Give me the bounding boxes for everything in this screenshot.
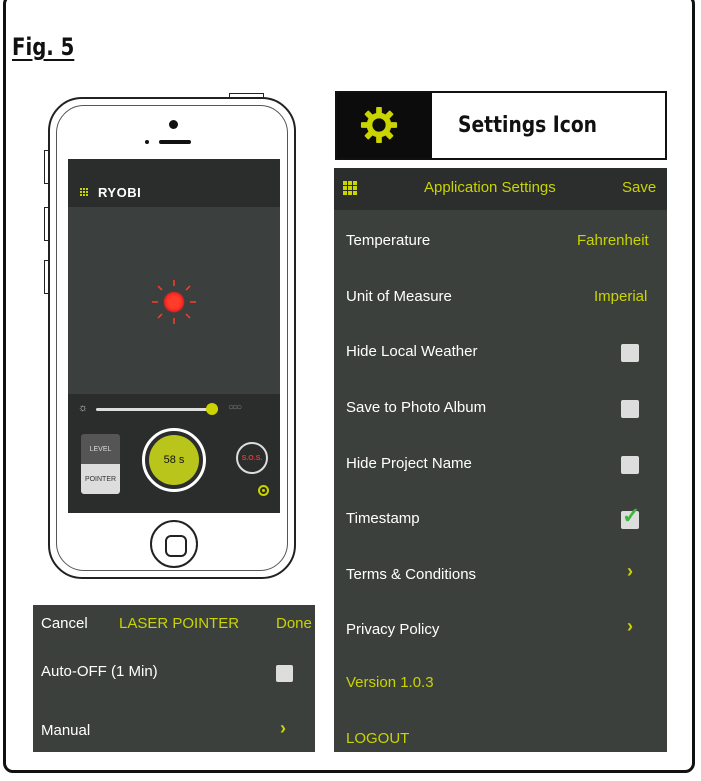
laser-pointer-title: LASER POINTER	[119, 615, 240, 632]
save-button[interactable]: Save	[622, 179, 656, 196]
version-text: Version 1.0.3	[346, 674, 434, 691]
figure-title: Fig. 5	[12, 33, 75, 61]
mode-switch[interactable]: LEVEL POINTER	[81, 434, 120, 494]
laser-pointer-panel: Cancel LASER POINTER Done Auto-OFF (1 Mi…	[33, 605, 315, 752]
cancel-button[interactable]: Cancel	[41, 615, 88, 632]
home-button[interactable]	[150, 520, 198, 568]
app-logo: RYOBI	[98, 185, 142, 200]
chevron-right-icon[interactable]: ›	[280, 718, 286, 739]
phone-screen: RYOBI ☼ ○○○ LEVEL POINTER 58 s S.O.S.	[68, 159, 280, 513]
settings-target-icon[interactable]	[258, 485, 269, 496]
earpiece-speaker	[159, 140, 191, 144]
save-to-photo-album-label: Save to Photo Album	[346, 399, 487, 416]
temperature-label: Temperature	[346, 232, 431, 249]
temperature-value[interactable]: Fahrenheit	[577, 232, 649, 249]
mode-level-button[interactable]: LEVEL	[81, 434, 120, 464]
laser-dot-icon	[163, 291, 185, 313]
hide-local-weather-checkbox[interactable]	[621, 344, 639, 362]
brightness-slider-knob[interactable]	[205, 403, 218, 415]
done-button[interactable]: Done	[276, 615, 312, 632]
timestamp-checkbox[interactable]: ✓	[621, 505, 640, 529]
mode-pointer-button[interactable]: POINTER	[81, 464, 120, 494]
menu-grid-icon[interactable]	[80, 188, 89, 197]
menu-grid-icon[interactable]	[343, 181, 357, 195]
auto-off-checkbox[interactable]	[276, 665, 293, 682]
power-button	[229, 93, 264, 98]
phone-mockup: RYOBI ☼ ○○○ LEVEL POINTER 58 s S.O.S.	[48, 97, 296, 579]
side-button	[44, 260, 49, 294]
chevron-right-icon[interactable]: ›	[627, 561, 633, 582]
brightness-icon: ☼	[78, 402, 89, 414]
privacy-policy-label[interactable]: Privacy Policy	[346, 621, 439, 638]
laser-pointer-header: Cancel LASER POINTER Done	[33, 605, 315, 643]
auto-off-label: Auto-OFF (1 Min)	[41, 663, 158, 680]
brightness-slider[interactable]	[96, 408, 218, 411]
callout-icon-box	[337, 93, 432, 158]
settings-header: Application Settings Save	[334, 168, 667, 210]
side-button	[44, 207, 49, 241]
hide-project-name-checkbox[interactable]	[621, 456, 639, 474]
proximity-sensor	[145, 140, 149, 144]
chevron-right-icon[interactable]: ›	[627, 616, 633, 637]
gear-icon	[360, 106, 398, 144]
manual-label[interactable]: Manual	[41, 722, 90, 739]
logout-button[interactable]: LOGOUT	[346, 730, 409, 747]
hide-project-name-label: Hide Project Name	[346, 455, 472, 472]
side-button	[44, 150, 49, 184]
app-header: RYOBI	[68, 159, 280, 207]
timestamp-label: Timestamp	[346, 510, 420, 527]
timer-value: 58 s	[149, 435, 199, 485]
control-panel: ☼ ○○○ LEVEL POINTER 58 s S.O.S.	[68, 394, 280, 513]
settings-icon-callout: Settings Icon	[335, 91, 667, 160]
front-camera	[169, 120, 178, 129]
timer-button[interactable]: 58 s	[142, 428, 206, 492]
checkmark-icon: ✓	[622, 503, 641, 528]
toggle-icon[interactable]: ○○○	[228, 402, 242, 413]
sos-button[interactable]: S.O.S.	[236, 442, 268, 474]
save-to-photo-album-checkbox[interactable]	[621, 400, 639, 418]
unit-of-measure-value[interactable]: Imperial	[594, 288, 647, 305]
terms-conditions-label[interactable]: Terms & Conditions	[346, 566, 476, 583]
hide-local-weather-label: Hide Local Weather	[346, 343, 478, 360]
settings-title: Application Settings	[424, 179, 556, 196]
application-settings-panel: Application Settings Save Temperature Fa…	[334, 168, 667, 752]
callout-label: Settings Icon	[458, 113, 597, 138]
unit-of-measure-label: Unit of Measure	[346, 288, 452, 305]
